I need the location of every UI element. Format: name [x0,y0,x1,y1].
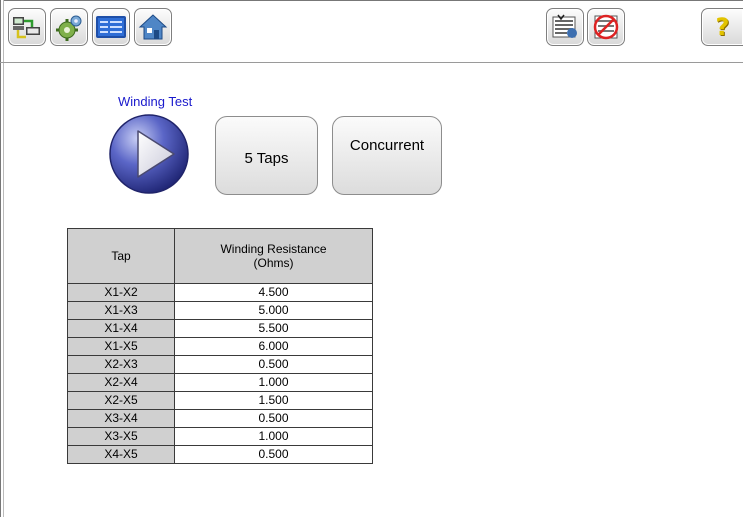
resistance-cell: 1.000 [174,373,373,392]
table-row: X2-X5 1.500 [67,391,373,410]
concurrent-button-label: Concurrent [349,137,425,154]
report-icon [550,13,580,41]
settings-button[interactable] [50,8,88,46]
tap-cell: X1-X5 [67,337,175,356]
toolbar-divider [0,62,743,63]
concurrent-button[interactable]: Concurrent [332,116,442,195]
connection-button[interactable] [8,8,46,46]
play-icon [108,114,190,199]
clear-button[interactable] [587,8,625,46]
settings-icon [55,13,83,41]
column-header-tap: Tap [67,228,175,284]
taps-button-label: 5 Taps [244,150,289,167]
tap-cell: X3-X4 [67,409,175,428]
report-button[interactable] [546,8,584,46]
display-button[interactable] [92,8,130,46]
tap-cell: X4-X5 [67,445,175,464]
tap-cell: X1-X2 [67,283,175,302]
table-row: X1-X3 5.000 [67,301,373,320]
help-icon: ? [715,13,730,41]
table-row: X1-X4 5.500 [67,319,373,338]
table-row: X2-X3 0.500 [67,355,373,374]
winding-test-title: Winding Test [118,94,193,109]
table-header-row: Tap Winding Resistance (Ohms) [67,228,373,284]
tap-cell: X3-X5 [67,427,175,446]
toolbar: ? [8,8,743,48]
column-header-resistance: Winding Resistance (Ohms) [174,228,373,284]
tap-cell: X2-X5 [67,391,175,410]
tap-cell: X2-X3 [67,355,175,374]
resistance-cell: 5.500 [174,319,373,338]
connection-icon [12,15,42,39]
resistance-cell: 4.500 [174,283,373,302]
tap-cell: X2-X4 [67,373,175,392]
window-top-border [0,0,743,3]
resistance-cell: 1.000 [174,427,373,446]
resistance-cell: 5.000 [174,301,373,320]
clear-icon [591,13,621,41]
table-row: X4-X5 0.500 [67,445,373,464]
table-row: X3-X5 1.000 [67,427,373,446]
resistance-cell: 0.500 [174,355,373,374]
taps-button[interactable]: 5 Taps [215,116,318,195]
column-header-resistance-line1: Winding Resistance [220,242,327,256]
home-icon [138,13,168,41]
display-icon [95,15,127,39]
tap-cell: X1-X4 [67,319,175,338]
tap-cell: X1-X3 [67,301,175,320]
table-row: X1-X2 4.500 [67,283,373,302]
start-test-button[interactable] [108,113,190,195]
resistance-cell: 1.500 [174,391,373,410]
winding-resistance-table: Tap Winding Resistance (Ohms) X1-X2 4.500… [67,228,373,464]
column-header-resistance-line2: (Ohms) [253,256,294,270]
resistance-cell: 0.500 [174,409,373,428]
table-row: X1-X5 6.000 [67,337,373,356]
window-left-border [0,0,4,517]
resistance-cell: 0.500 [174,445,373,464]
help-button[interactable]: ? [701,8,743,46]
resistance-cell: 6.000 [174,337,373,356]
table-row: X3-X4 0.500 [67,409,373,428]
home-button[interactable] [134,8,172,46]
table-row: X2-X4 1.000 [67,373,373,392]
